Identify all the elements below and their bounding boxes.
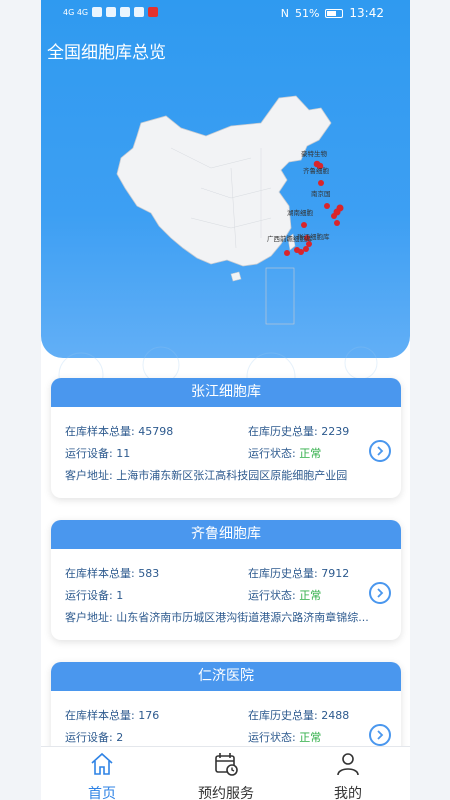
stock-label: 在库样本总量: xyxy=(65,709,135,722)
nfc-icon: N xyxy=(280,6,289,20)
hainan-island xyxy=(230,271,242,282)
state-value: 正常 xyxy=(299,589,322,602)
history-total: 在库历史总量: 2488 xyxy=(248,707,349,723)
network-text: 4G 4G xyxy=(63,7,89,17)
history-total: 在库历史总量: 2239 xyxy=(248,423,349,439)
tab-label: 我的 xyxy=(334,786,362,800)
stock-total: 在库样本总量: 45798 xyxy=(65,423,173,439)
running-devices: 运行设备: 2 xyxy=(65,729,123,745)
device-label: 运行设备: xyxy=(65,589,113,602)
status-right: N 51% 13:42 xyxy=(281,6,384,20)
detail-arrow-button[interactable] xyxy=(369,582,391,604)
hero-banner: 4G 4G N 51% 13:42 全国细胞库总览 豪特生物 齐鲁细胞 南京国 … xyxy=(41,0,410,358)
address-label: 客户地址: xyxy=(65,469,113,482)
history-total: 在库历史总量: 7912 xyxy=(248,565,349,581)
running-state: 运行状态: 正常 xyxy=(248,729,321,745)
map-marker[interactable] xyxy=(298,249,304,255)
running-state: 运行状态: 正常 xyxy=(248,445,321,461)
device-value: 11 xyxy=(116,447,131,460)
history-value: 7912 xyxy=(321,567,350,580)
state-label: 运行状态: xyxy=(248,731,296,744)
card-title: 齐鲁细胞库 xyxy=(51,520,401,549)
address-label: 客户地址: xyxy=(65,611,113,624)
calendar-clock-icon xyxy=(215,753,238,776)
home-icon xyxy=(91,752,113,775)
app-icon xyxy=(120,7,131,17)
state-label: 运行状态: xyxy=(248,589,296,602)
battery-icon xyxy=(325,8,344,18)
device-label: 运行设备: xyxy=(65,731,113,744)
customer-address: 客户地址: 山东省济南市历城区港沟街道港源六路济南章锦综... xyxy=(65,609,370,625)
device-value: 1 xyxy=(116,589,124,602)
state-value: 正常 xyxy=(299,731,322,744)
history-label: 在库历史总量: xyxy=(248,567,318,580)
map-marker[interactable] xyxy=(318,180,324,186)
cellbank-card[interactable]: 齐鲁细胞库 在库样本总量: 583 在库历史总量: 7912 运行设备: 1 运… xyxy=(51,520,401,640)
tab-label: 预约服务 xyxy=(198,786,254,800)
history-label: 在库历史总量: xyxy=(248,425,318,438)
chevron-right-icon xyxy=(377,588,384,598)
device-value: 2 xyxy=(116,731,124,744)
tab-home[interactable]: 首页 xyxy=(57,751,147,800)
china-map[interactable]: 豪特生物 齐鲁细胞 南京国 湖南细胞 广西前瞻细胞库 张江细胞库 xyxy=(111,88,351,338)
address-value: 山东省济南市历城区港沟街道港源六路济南章锦综... xyxy=(116,611,369,624)
history-value: 2488 xyxy=(321,709,350,722)
app-icon xyxy=(148,7,159,17)
state-label: 运行状态: xyxy=(248,447,296,460)
detail-arrow-button[interactable] xyxy=(369,440,391,462)
map-marker[interactable] xyxy=(324,203,330,209)
user-icon xyxy=(337,753,359,776)
map-marker[interactable] xyxy=(301,222,307,228)
detail-arrow-button[interactable] xyxy=(369,724,391,746)
stock-value: 45798 xyxy=(138,425,174,438)
app-screen: 4G 4G N 51% 13:42 全国细胞库总览 豪特生物 齐鲁细胞 南京国 … xyxy=(41,0,410,800)
history-label: 在库历史总量: xyxy=(248,709,318,722)
state-value: 正常 xyxy=(299,447,322,460)
chevron-right-icon xyxy=(377,730,384,740)
status-left: 4G 4G xyxy=(63,7,159,17)
history-value: 2239 xyxy=(321,425,350,438)
wifi-icon xyxy=(92,7,103,17)
running-state: 运行状态: 正常 xyxy=(248,587,321,603)
running-devices: 运行设备: 1 xyxy=(65,587,123,603)
stock-label: 在库样本总量: xyxy=(65,425,135,438)
map-label: 湖南细胞 xyxy=(287,208,314,217)
stock-total: 在库样本总量: 583 xyxy=(65,565,159,581)
device-label: 运行设备: xyxy=(65,447,113,460)
address-value: 上海市浦东新区张江高科技园区原能细胞产业园 xyxy=(116,469,348,482)
app-icon xyxy=(134,7,145,17)
card-title: 张江细胞库 xyxy=(51,378,401,407)
map-label: 张江细胞库 xyxy=(297,232,330,241)
stock-value: 176 xyxy=(138,709,160,722)
tab-booking[interactable]: 预约服务 xyxy=(181,751,271,800)
app-icon xyxy=(106,7,117,17)
cellbank-card[interactable]: 张江细胞库 在库样本总量: 45798 在库历史总量: 2239 运行设备: 1… xyxy=(51,378,401,498)
card-title: 仁济医院 xyxy=(51,662,401,691)
page-title: 全国细胞库总览 xyxy=(47,43,166,63)
map-marker[interactable] xyxy=(331,213,337,219)
stock-value: 583 xyxy=(138,567,160,580)
chevron-right-icon xyxy=(377,446,384,456)
battery-percent: 51% xyxy=(294,6,320,20)
bottom-tab-bar: 首页 预约服务 我的 xyxy=(41,746,410,800)
south-sea-box xyxy=(265,267,295,325)
customer-address: 客户地址: 上海市浦东新区张江高科技园区原能细胞产业园 xyxy=(65,467,370,483)
tab-label: 首页 xyxy=(88,786,116,800)
map-label: 齐鲁细胞 xyxy=(303,166,330,175)
clock: 13:42 xyxy=(349,6,384,20)
map-marker[interactable] xyxy=(284,250,290,256)
running-devices: 运行设备: 11 xyxy=(65,445,130,461)
stock-total: 在库样本总量: 176 xyxy=(65,707,159,723)
map-marker[interactable] xyxy=(334,220,340,226)
map-label: 南京国 xyxy=(311,189,331,198)
status-bar: 4G 4G N 51% 13:42 xyxy=(41,0,410,28)
map-label: 豪特生物 xyxy=(301,149,328,158)
map-marker[interactable] xyxy=(303,246,309,252)
tab-mine[interactable]: 我的 xyxy=(303,751,393,800)
stock-label: 在库样本总量: xyxy=(65,567,135,580)
